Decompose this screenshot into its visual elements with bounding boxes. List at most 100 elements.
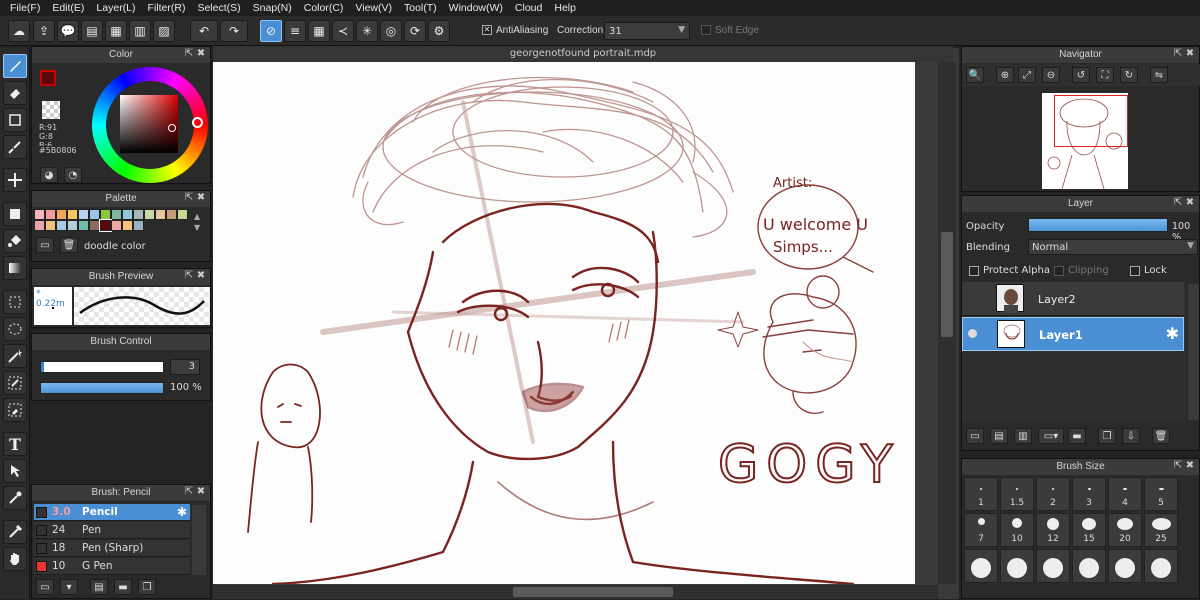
layer-list-scrollbar[interactable] — [1188, 284, 1199, 420]
visibility-icon[interactable] — [968, 329, 977, 338]
brush-size-cell[interactable]: 15 — [1072, 513, 1106, 547]
brush-size-cell[interactable]: 1.5 — [1000, 477, 1034, 511]
layer-row-selected[interactable]: Layer1 ✱ — [962, 317, 1184, 351]
zoom-icon[interactable]: 🔍 — [966, 67, 984, 83]
fill-rect-tool-icon[interactable] — [3, 202, 27, 226]
new-layer-icon[interactable]: ▭ — [966, 428, 984, 444]
sv-cursor[interactable] — [168, 124, 176, 132]
palette-swatch[interactable] — [111, 220, 122, 231]
brush-size-cell[interactable]: 3 — [1072, 477, 1106, 511]
palette-swatch[interactable] — [155, 209, 166, 220]
flip-icon[interactable]: ⇋ — [1150, 67, 1168, 83]
settings-icon[interactable]: ⚙ — [428, 20, 450, 42]
document-tab[interactable]: georgenotfound portrait.mdp — [213, 46, 953, 62]
undo-button[interactable]: ↶ — [190, 20, 218, 42]
layers-icon[interactable]: ▨ — [153, 20, 175, 42]
palette-swatch[interactable] — [122, 209, 133, 220]
parallel-snap-icon[interactable]: ≡ — [284, 20, 306, 42]
palette-swatch[interactable] — [133, 209, 144, 220]
palette-swatch[interactable] — [56, 220, 67, 231]
hand-select-tool-icon[interactable] — [3, 459, 27, 483]
brush-size-cell[interactable] — [964, 549, 998, 583]
select-pen-tool-icon[interactable] — [3, 371, 27, 395]
brush-size-field[interactable]: 3 — [170, 359, 200, 375]
layer-row[interactable]: Layer2 — [962, 282, 1184, 316]
brush-size-cell[interactable] — [1000, 549, 1034, 583]
correction-select[interactable]: 31 ▼ — [604, 22, 690, 40]
brush-list-scrollbar[interactable] — [192, 505, 206, 575]
menu-item[interactable]: Select(S) — [191, 2, 246, 14]
zoom-out-icon[interactable]: ⊖ — [1042, 67, 1060, 83]
zoom-in-icon[interactable]: ⊕ — [996, 67, 1014, 83]
palette-swatch[interactable] — [56, 209, 67, 220]
palette-swatch[interactable] — [89, 209, 100, 220]
float-icon[interactable]: ⇱ — [184, 192, 194, 203]
gear-icon[interactable]: ✱ — [1166, 324, 1179, 343]
text-tool-icon[interactable]: T — [3, 432, 27, 456]
radial-snap-icon[interactable]: ✳ — [356, 20, 378, 42]
brush-size-cell[interactable]: 10 — [1000, 513, 1034, 547]
brush-item[interactable]: 3.0 Pencil ✱ — [34, 504, 190, 521]
float-icon[interactable]: ⇱ — [1173, 197, 1183, 208]
duplicate-brush-icon[interactable]: ❐ — [138, 579, 156, 595]
brush-size-cell[interactable] — [1144, 549, 1178, 583]
lasso-tool-icon[interactable] — [3, 317, 27, 341]
new-palette-icon[interactable]: ▭ — [36, 237, 54, 253]
pen-tool-icon[interactable] — [3, 135, 27, 159]
palette-swatch[interactable] — [34, 209, 45, 220]
bucket-tool-icon[interactable] — [3, 229, 27, 253]
float-icon[interactable]: ⇱ — [184, 486, 194, 497]
rect-select-tool-icon[interactable] — [3, 108, 27, 132]
antialiasing-checkbox[interactable]: ✕ — [482, 25, 492, 35]
menu-item[interactable]: Cloud — [509, 2, 548, 14]
clipping-checkbox[interactable] — [1054, 266, 1064, 276]
palette-swatch[interactable] — [177, 209, 188, 220]
brush-tool-icon[interactable] — [3, 54, 27, 78]
duplicate-layer-icon[interactable]: ❐ — [1098, 428, 1116, 444]
float-icon[interactable]: ⇱ — [1173, 460, 1183, 471]
float-icon[interactable]: ⇱ — [1173, 48, 1183, 59]
rotate-left-icon[interactable]: ↺ — [1072, 67, 1090, 83]
lock-checkbox[interactable] — [1130, 266, 1140, 276]
palette-swatch[interactable] — [45, 209, 56, 220]
palette-swatch[interactable] — [78, 209, 89, 220]
brush-size-cell[interactable]: 7 — [964, 513, 998, 547]
eyedropper-tool-icon[interactable] — [3, 520, 27, 544]
horizontal-scrollbar[interactable] — [213, 585, 938, 599]
menu-item[interactable]: Color(C) — [298, 2, 350, 14]
palette-scroll[interactable]: ▲ ▼ — [194, 211, 206, 233]
page-icon[interactable]: ▦ — [105, 20, 127, 42]
close-icon[interactable]: ✖ — [1185, 48, 1195, 59]
gradient-tool-icon[interactable] — [3, 256, 27, 280]
hue-cursor[interactable] — [192, 117, 203, 128]
fullscreen-icon[interactable]: ⛶ — [1096, 67, 1114, 83]
menu-item[interactable]: Edit(E) — [46, 2, 90, 14]
brush-size-cell[interactable]: 2 — [1036, 477, 1070, 511]
magic-wand-tool-icon[interactable] — [3, 344, 27, 368]
add-brush-icon[interactable]: ▭ — [36, 579, 54, 595]
menu-item[interactable]: Help — [548, 2, 582, 14]
blending-select[interactable]: Normal ▼ — [1028, 239, 1198, 255]
palette-swatch[interactable] — [45, 220, 56, 231]
palette-swatch[interactable] — [133, 220, 144, 231]
redo-button[interactable]: ↷ — [220, 20, 248, 42]
select-tool-icon[interactable] — [3, 290, 27, 314]
brush-folder-icon[interactable]: ▬ — [114, 579, 132, 595]
curve-snap-icon[interactable]: ⟳ — [404, 20, 426, 42]
menu-item[interactable]: View(V) — [349, 2, 398, 14]
float-icon[interactable]: ⇱ — [184, 48, 194, 59]
dropper-tool-icon[interactable] — [3, 486, 27, 510]
layer-opacity-slider[interactable] — [1028, 218, 1168, 232]
menu-item[interactable]: Filter(R) — [142, 2, 192, 14]
brush-settings-icon[interactable]: ▤ — [90, 579, 108, 595]
new-1bit-layer-icon[interactable]: ▥ — [1014, 428, 1032, 444]
close-icon[interactable]: ✖ — [1185, 460, 1195, 471]
palette-swatch[interactable] — [89, 220, 100, 231]
brush-item[interactable]: 18 Pen (Sharp) — [34, 540, 190, 557]
grid-snap-icon[interactable]: ▦ — [308, 20, 330, 42]
navigator-viewport[interactable] — [1054, 95, 1128, 147]
hue-ring[interactable] — [92, 67, 208, 183]
hand-tool-icon[interactable] — [3, 547, 27, 571]
palette-swatch[interactable] — [111, 209, 122, 220]
protect-alpha-checkbox[interactable] — [969, 266, 979, 276]
